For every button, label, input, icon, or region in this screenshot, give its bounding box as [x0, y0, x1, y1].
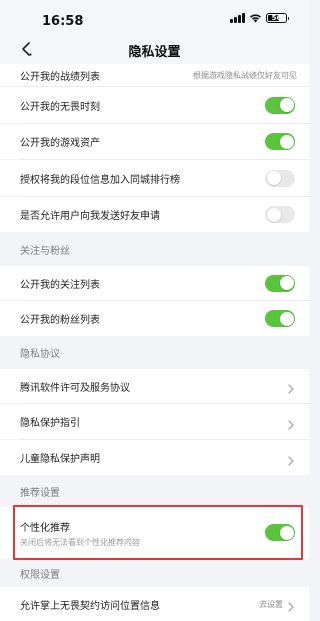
section-header-recommend: 推荐设置 — [0, 475, 309, 507]
row-label: 公开我的关注列表 — [20, 279, 100, 291]
page-title: 隐私设置 — [128, 45, 181, 60]
row-label: 儿童隐私保护声明 — [20, 454, 100, 465]
row-privacy-guide[interactable]: 隐私保护指引 — [0, 404, 309, 439]
section-header-follow-fans: 关注与粉丝 — [0, 232, 309, 266]
toggle-knob — [266, 171, 281, 185]
row-rank-city: 授权将我的段位信息加入同城排行榜 — [0, 160, 309, 196]
row-label: 腾讯软件许可及服务协议 — [20, 382, 130, 394]
status-icons: 56 — [230, 13, 289, 23]
toggle-knob — [279, 134, 294, 149]
toggle-rank-city[interactable] — [265, 169, 295, 187]
row-game-assets: 公开我的游戏资产 — [0, 124, 309, 159]
row-label: 允许掌上无畏契约访问位置信息 — [20, 600, 160, 612]
toggle-follow-list[interactable] — [265, 274, 295, 292]
row-label: 隐私保护指引 — [20, 418, 80, 429]
row-label: 公开我的粉丝列表 — [20, 315, 100, 326]
row-label: 是否允许用户向我发送好友申请 — [20, 211, 160, 222]
toggle-knob — [266, 207, 281, 222]
toggle-personalized-recommend[interactable] — [265, 524, 295, 541]
row-fans-list: 公开我的粉丝列表 — [0, 301, 309, 336]
toggle-fans-list[interactable] — [265, 310, 295, 327]
signal-icon — [230, 13, 245, 23]
section-header-privacy-agreement: 隐私协议 — [0, 336, 309, 369]
status-time: 16:58 — [42, 14, 84, 29]
goto-settings-link[interactable]: 去设置 — [259, 599, 283, 610]
toggle-knob — [279, 525, 294, 540]
row-child-privacy[interactable]: 儿童隐私保护声明 — [0, 440, 309, 475]
row-label: 公开我的战绩列表 — [20, 71, 100, 83]
toggle-friend-requests[interactable] — [265, 206, 295, 223]
toggle-fearless-moments[interactable] — [265, 96, 295, 114]
row-friend-requests: 是否允许用户向我发送好友申请 — [0, 197, 309, 232]
row-follow-list: 公开我的关注列表 — [0, 266, 309, 300]
row-tencent-license[interactable]: 腾讯软件许可及服务协议 — [0, 369, 309, 403]
toggle-knob — [279, 98, 294, 112]
row-location-permission[interactable]: 允许掌上无畏契约访问位置信息 去设置 — [0, 587, 309, 621]
toggle-knob — [279, 276, 294, 290]
nav-bar: 隐私设置 — [0, 34, 309, 64]
row-sublabel: 关闭后将无法看到个性化推荐内容 — [20, 537, 140, 547]
battery-level: 56 — [271, 13, 282, 22]
row-label: 授权将我的段位信息加入同城排行榜 — [20, 174, 180, 186]
section-header-permissions: 权限设置 — [0, 560, 309, 587]
chevron-right-icon — [287, 380, 295, 394]
chevron-right-icon — [287, 416, 295, 430]
battery-icon: 56 — [266, 13, 289, 23]
wifi-icon — [249, 13, 262, 23]
chevron-right-icon — [287, 598, 295, 612]
row-label: 公开我的游戏资产 — [20, 138, 100, 149]
row-hint: 根据游戏隐私战绩仅好友可见 — [193, 70, 297, 80]
row-label: 公开我的无畏时刻 — [20, 101, 100, 113]
row-personalized-recommend: 个性化推荐 关闭后将无法看到个性化推荐内容 — [0, 507, 309, 559]
row-battle-list[interactable]: 公开我的战绩列表 根据游戏隐私战绩仅好友可见 — [0, 64, 309, 86]
chevron-right-icon — [287, 452, 295, 466]
toggle-game-assets[interactable] — [265, 133, 295, 150]
toggle-knob — [279, 311, 294, 326]
row-fearless-moments: 公开我的无畏时刻 — [0, 87, 309, 123]
row-label: 个性化推荐 — [20, 522, 70, 534]
